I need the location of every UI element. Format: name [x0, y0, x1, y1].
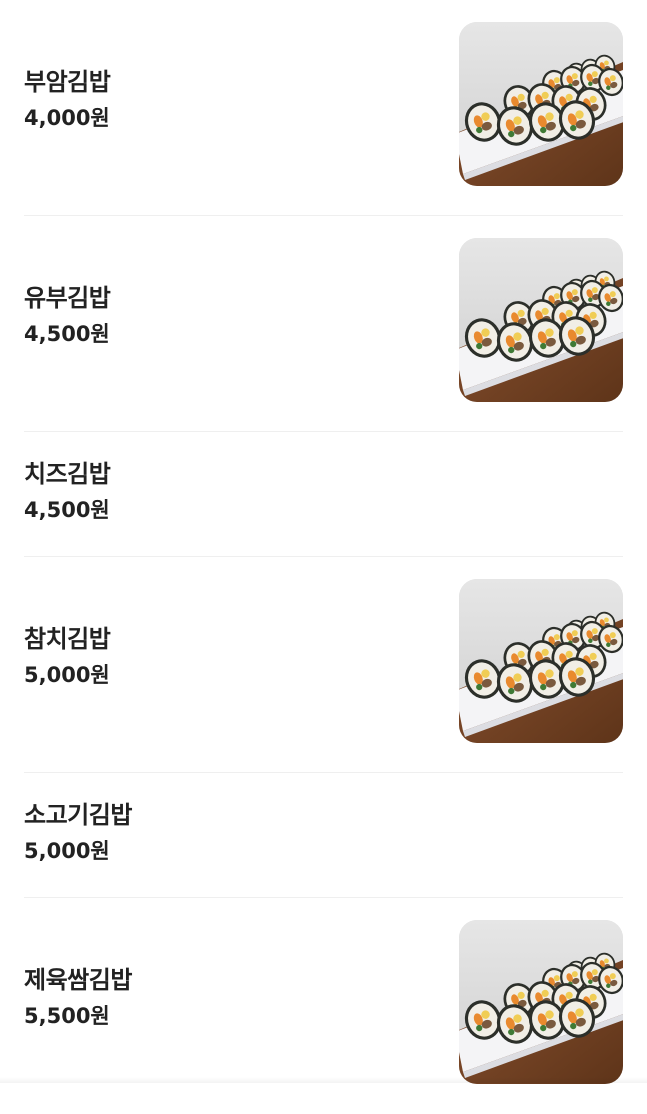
- menu-item-text: 소고기김밥 5,000원: [24, 797, 132, 865]
- menu-item-beef-gimbap[interactable]: 소고기김밥 5,000원: [24, 773, 623, 898]
- menu-item-name: 유부김밥: [24, 280, 110, 316]
- gimbap-photo-icon: [459, 579, 623, 743]
- menu-item-price: 5,500원: [24, 1002, 132, 1030]
- menu-item-photo[interactable]: [459, 920, 623, 1084]
- menu-item-price: 4,000원: [24, 104, 110, 132]
- menu-item-name: 소고기김밥: [24, 797, 132, 833]
- menu-item-cheese-gimbap[interactable]: 치즈김밥 4,500원: [24, 432, 623, 557]
- menu-item-price: 4,500원: [24, 496, 110, 524]
- menu-item-name: 부암김밥: [24, 64, 110, 100]
- menu-item-name: 제육쌈김밥: [24, 962, 132, 998]
- menu-item-text: 참치김밥 5,000원: [24, 621, 110, 689]
- menu-item-tuna-gimbap[interactable]: 참치김밥 5,000원: [24, 557, 623, 773]
- menu-item-text: 유부김밥 4,500원: [24, 280, 110, 348]
- menu-item-text: 부암김밥 4,000원: [24, 64, 110, 132]
- gimbap-photo-icon: [459, 22, 623, 186]
- menu-list: 부암김밥 4,000원 유부김밥 4,500원 치즈김밥 4,500원 참치김밥: [0, 0, 647, 1114]
- menu-item-price: 4,500원: [24, 320, 110, 348]
- menu-item-photo[interactable]: [459, 22, 623, 186]
- menu-item-price: 5,000원: [24, 661, 110, 689]
- menu-item-photo[interactable]: [459, 238, 623, 402]
- menu-item-name: 치즈김밥: [24, 456, 110, 492]
- menu-item-text: 제육쌈김밥 5,500원: [24, 962, 132, 1030]
- menu-item-text: 치즈김밥 4,500원: [24, 456, 110, 524]
- gimbap-photo-icon: [459, 920, 623, 1084]
- menu-item-buam-gimbap[interactable]: 부암김밥 4,000원: [24, 0, 623, 216]
- menu-item-photo[interactable]: [459, 579, 623, 743]
- gimbap-photo-icon: [459, 238, 623, 402]
- menu-item-name: 참치김밥: [24, 621, 110, 657]
- menu-item-price: 5,000원: [24, 837, 132, 865]
- bottom-scroll-shadow: [0, 1077, 647, 1083]
- menu-item-yubu-gimbap[interactable]: 유부김밥 4,500원: [24, 216, 623, 432]
